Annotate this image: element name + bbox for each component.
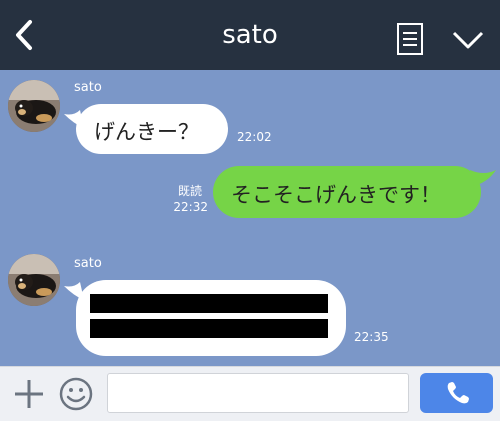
avatar[interactable] bbox=[8, 254, 60, 306]
emoji-button[interactable] bbox=[57, 375, 95, 413]
add-attachment-button[interactable] bbox=[10, 375, 48, 413]
phone-icon bbox=[447, 382, 469, 404]
read-receipt: 既読 bbox=[177, 184, 202, 198]
call-button[interactable] bbox=[420, 373, 493, 413]
plus-icon bbox=[15, 380, 43, 408]
dog-photo-icon bbox=[8, 254, 60, 306]
notes-icon bbox=[397, 23, 423, 55]
chevron-left-icon bbox=[16, 20, 32, 50]
emoji-icon bbox=[59, 377, 93, 411]
message-text: げんきー？ bbox=[94, 120, 199, 144]
redacted-text-line bbox=[90, 319, 328, 338]
bubble-tail bbox=[470, 170, 496, 186]
menu-toggle-button[interactable] bbox=[448, 25, 488, 55]
message-text: そこそこげんきです！ bbox=[231, 183, 441, 207]
dog-photo-icon bbox=[8, 80, 60, 132]
message-bubble[interactable]: そこそこげんきです！ bbox=[213, 166, 481, 218]
sender-name: sato bbox=[74, 256, 102, 271]
notes-button[interactable] bbox=[395, 22, 425, 56]
message-time: 22:32 bbox=[173, 200, 208, 214]
back-button[interactable] bbox=[8, 14, 44, 56]
message-bubble[interactable]: げんきー？ bbox=[76, 104, 228, 154]
message-bubble[interactable] bbox=[76, 280, 346, 356]
message-input[interactable] bbox=[107, 373, 409, 413]
chat-title: sato bbox=[222, 20, 278, 50]
input-bar bbox=[0, 366, 500, 421]
sender-name: sato bbox=[74, 80, 102, 95]
message-list: sato げんきー？ 22:02 既読 22:32 そこそこげんきです！ sat… bbox=[0, 70, 500, 366]
chat-header: sato bbox=[0, 0, 500, 70]
message-time: 22:02 bbox=[237, 130, 272, 144]
message-time: 22:35 bbox=[354, 330, 389, 344]
redacted-text-line bbox=[90, 294, 328, 313]
chevron-down-icon bbox=[452, 31, 484, 49]
avatar[interactable] bbox=[8, 80, 60, 132]
